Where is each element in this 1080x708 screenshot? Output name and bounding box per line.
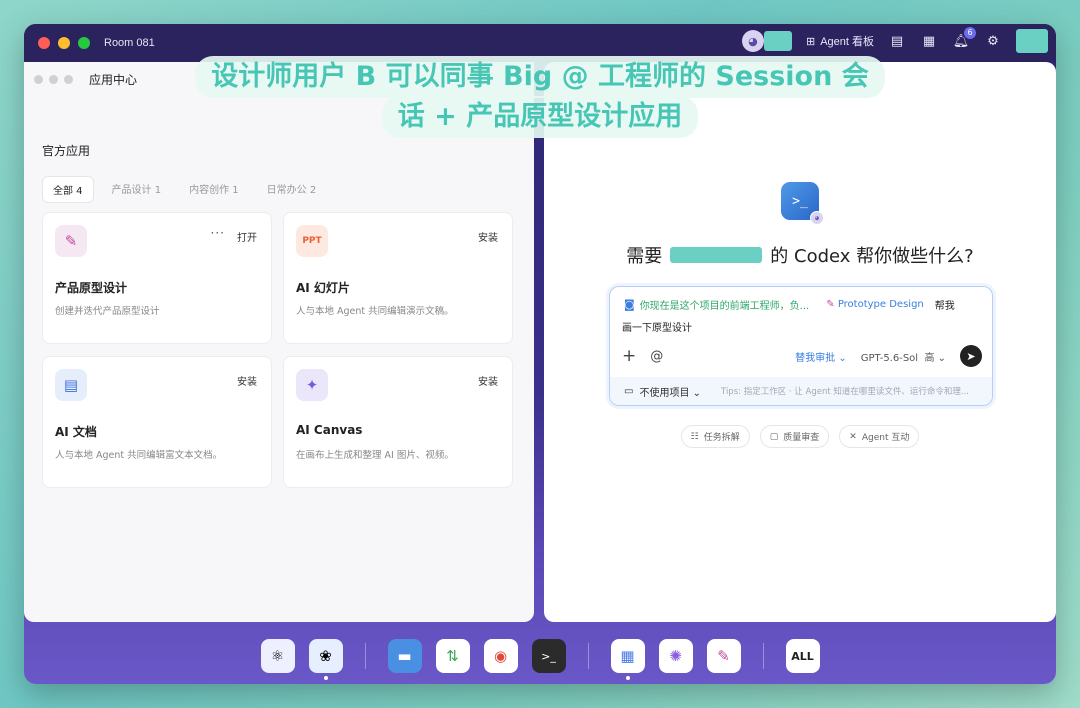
app-card-ai-slides[interactable]: PPT 安装 AI 幻灯片 人与本地 Agent 共同编辑演示文稿。 <box>283 212 513 344</box>
quick-quality-review[interactable]: ▢ 质量审查 <box>759 425 830 448</box>
codex-logo-icon: >_ ◕ <box>781 182 824 225</box>
close-window-button[interactable] <box>38 37 50 49</box>
notification-badge: 6 <box>964 26 976 39</box>
dock-divider <box>587 643 589 669</box>
ppt-icon: PPT <box>296 225 328 257</box>
review-icon: ▢ <box>769 431 779 442</box>
app-name: AI 文档 <box>55 425 97 439</box>
install-button[interactable]: 安装 <box>237 373 257 388</box>
composer-text[interactable]: 画一下原型设计 <box>622 319 692 334</box>
redacted-name <box>670 247 763 263</box>
agent-board-button[interactable]: ⊞ Agent 看板 <box>806 33 874 49</box>
gear-icon[interactable]: ⚙ <box>984 34 1002 49</box>
category-tabs: 全部 4 产品设计 1 内容创作 1 日常办公 2 <box>42 176 326 203</box>
composer-first-line: ◙ 你现在是这个项目的前端工程师，负... ✎ Prototype Design… <box>624 297 955 312</box>
app-card-ai-canvas[interactable]: ✦ 安装 AI Canvas 在画布上生成和整理 AI 图片、视频。 <box>283 356 513 488</box>
quick-actions: ☷ 任务拆解 ▢ 质量审查 ✕ Agent 互动 <box>544 425 1056 448</box>
send-button[interactable]: ➤ <box>960 345 982 367</box>
notebook-icon[interactable]: ▤ <box>888 34 906 49</box>
doc-icon: ▤ <box>55 369 87 401</box>
install-button[interactable]: 安装 <box>478 229 498 244</box>
caption-overlay: 设计师用户 B 可以同事 Big @ 工程师的 Session 会 话 + 产品… <box>0 56 1080 138</box>
mention-app-chip[interactable]: ✎ Prototype Design <box>826 299 924 310</box>
tab-product-design[interactable]: 产品设计 1 <box>102 176 172 203</box>
app-name: 产品原型设计 <box>55 281 128 295</box>
section-title: 官方应用 <box>42 144 91 158</box>
app-name: AI Canvas <box>296 423 363 437</box>
more-icon[interactable]: ··· <box>211 226 225 240</box>
open-button[interactable]: 打开 <box>237 229 257 244</box>
app-card-prototype[interactable]: ✎ ··· 打开 产品原型设计 创建并迭代产品原型设计 <box>42 212 272 344</box>
maximize-window-button[interactable] <box>78 37 90 49</box>
dock-terminal-icon[interactable]: >_ <box>531 639 566 673</box>
mention-agent-chip[interactable]: 你现在是这个项目的前端工程师，负... <box>640 297 810 312</box>
dock-agents-icon[interactable]: ⚛ <box>260 639 295 673</box>
approve-dropdown[interactable]: 替我审批 ⌄ <box>795 349 847 364</box>
minimize-window-button[interactable] <box>58 37 70 49</box>
app-desc: 在画布上生成和整理 AI 图片、视频。 <box>296 450 454 461</box>
install-button[interactable]: 安装 <box>478 373 498 388</box>
window-title: Room 081 <box>104 37 155 49</box>
prompt-heading: 需要 的 Codex 帮你做些什么? <box>626 246 974 267</box>
tab-daily-office[interactable]: 日常办公 2 <box>257 176 327 203</box>
app-desc: 人与本地 Agent 共同编辑演示文稿。 <box>296 306 454 317</box>
canvas-icon: ✦ <box>296 369 328 401</box>
plus-icon[interactable]: + <box>622 346 636 366</box>
dock-divider <box>762 643 764 669</box>
user-name-redacted <box>763 31 792 51</box>
tab-all[interactable]: 全部 4 <box>42 176 94 203</box>
app-center-panel: 应用中心 官方应用 全部 4 产品设计 1 内容创作 1 日常办公 2 ✎ ··… <box>24 62 534 622</box>
at-mention-icon[interactable]: @ <box>650 349 663 364</box>
gallery-icon[interactable]: ▦ <box>920 34 938 49</box>
bell-icon[interactable]: 🔔︎ 6 <box>952 26 976 49</box>
quick-task-breakdown[interactable]: ☷ 任务拆解 <box>680 425 750 448</box>
project-selector[interactable]: 不使用项目 ⌄ <box>639 384 701 399</box>
dock-prototype-icon[interactable]: ✎ <box>706 639 741 673</box>
folder-icon: ▭ <box>624 385 634 397</box>
profile-redacted[interactable] <box>1016 29 1048 53</box>
agent-session-icon: ◙ <box>624 298 635 311</box>
pen-ruler-icon: ✎ <box>55 225 87 257</box>
message-composer[interactable]: ◙ 你现在是这个项目的前端工程师，负... ✎ Prototype Design… <box>609 286 993 406</box>
tools-icon: ✕ <box>849 431 857 442</box>
dock-chat-icon[interactable]: ✺ <box>658 639 693 673</box>
checklist-icon: ☷ <box>690 431 699 442</box>
app-dock: ⚛ ❀ ▬ ⇅ ◉ >_ ▦ ✺ ✎ ALL <box>24 634 1056 680</box>
app-desc: 人与本地 Agent 共同编辑富文本文档。 <box>55 450 223 461</box>
app-desc: 创建并迭代产品原型设计 <box>55 306 160 317</box>
avatar-badge-icon: ◕ <box>810 211 824 225</box>
dock-team-icon[interactable]: ❀ <box>308 639 343 680</box>
tab-content-creation[interactable]: 内容创作 1 <box>179 176 249 203</box>
dock-divider <box>364 643 366 669</box>
caption-line-2: 话 + 产品原型设计应用 <box>381 96 699 138</box>
pen-ruler-icon: ✎ <box>826 299 835 310</box>
dock-transfer-icon[interactable]: ⇅ <box>435 639 470 673</box>
dock-all-button[interactable]: ALL <box>785 639 820 673</box>
codex-chat-panel: >_ ◕ 需要 的 Codex 帮你做些什么? ◙ 你现在是这个项目的前端工程师… <box>544 62 1056 622</box>
app-card-ai-doc[interactable]: ▤ 安装 AI 文档 人与本地 Agent 共同编辑富文本文档。 <box>42 356 272 488</box>
app-name: AI 幻灯片 <box>296 281 350 295</box>
caption-line-1: 设计师用户 B 可以同事 Big @ 工程师的 Session 会 <box>195 56 885 98</box>
user-avatar[interactable]: ◕ <box>741 30 764 52</box>
quick-agent-interact[interactable]: ✕ Agent 互动 <box>839 425 920 448</box>
dock-folder-icon[interactable]: ▬ <box>387 639 422 673</box>
board-icon: ⊞ <box>805 35 816 48</box>
dock-apps-grid-icon[interactable]: ▦ <box>610 639 645 680</box>
composer-footer: ▭ 不使用项目 ⌄ Tips: 指定工作区 · 让 Agent 知道在哪里读文件… <box>610 377 992 405</box>
composer-toolbar: + @ 替我审批 ⌄ GPT-5.6-Sol 高 ⌄ ➤ <box>622 345 982 367</box>
tips-text: Tips: 指定工作区 · 让 Agent 知道在哪里读文件、运行命令和理... <box>721 387 969 397</box>
dock-browser-icon[interactable]: ◉ <box>483 639 518 673</box>
model-selector[interactable]: GPT-5.6-Sol 高 ⌄ <box>861 349 946 364</box>
